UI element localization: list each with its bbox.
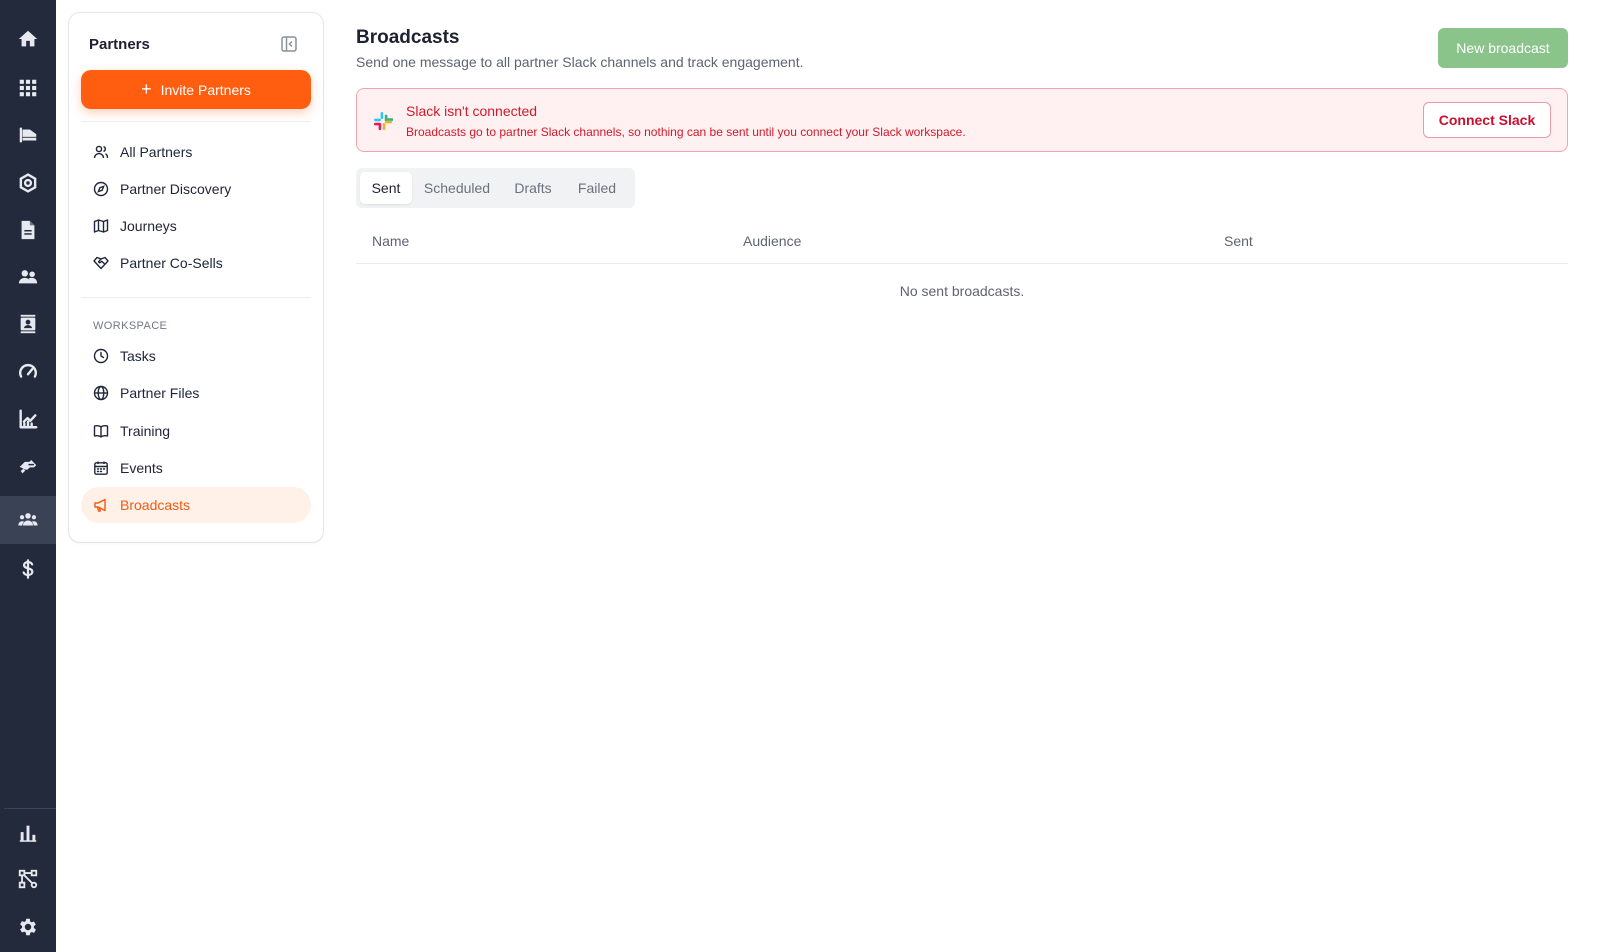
contact-card-icon[interactable] (0, 301, 56, 347)
slack-not-connected-alert: Slack isn't connected Broadcasts go to p… (356, 88, 1568, 152)
tab-failed[interactable]: Failed (566, 172, 628, 204)
new-broadcast-button[interactable]: New broadcast (1438, 28, 1568, 68)
broadcasts-table-header: Name Audience Sent (356, 224, 1568, 264)
cog-icon[interactable] (0, 160, 56, 206)
sidebar-item-partner-files[interactable]: Partner Files (81, 375, 311, 411)
sidebar-item-journeys[interactable]: Journeys (81, 208, 311, 244)
sidebar-item-label: All Partners (120, 144, 193, 160)
users-icon (93, 145, 109, 159)
settings-icon[interactable] (0, 904, 56, 950)
users-icon[interactable] (0, 254, 56, 300)
sidebar-item-broadcasts[interactable]: Broadcasts (81, 487, 311, 523)
sidebar-item-partner-discovery[interactable]: Partner Discovery (81, 171, 311, 207)
sidebar-item-label: Broadcasts (120, 497, 191, 513)
sidebar-item-all-partners[interactable]: All Partners (81, 134, 311, 170)
broadcast-status-tabs: Sent Scheduled Drafts Failed (356, 168, 635, 208)
flag-icon[interactable] (0, 112, 56, 158)
page-title: Broadcasts (356, 27, 460, 48)
sidebar-item-partner-co-sells[interactable]: Partner Co-Sells (81, 245, 311, 281)
workflow-icon[interactable] (0, 856, 56, 902)
map-icon (93, 219, 109, 233)
slack-logo-icon (374, 112, 393, 130)
calendar-icon (94, 461, 108, 475)
sidebar-divider (81, 297, 311, 298)
partners-icon[interactable] (0, 496, 56, 544)
alert-message: Broadcasts go to partner Slack channels,… (406, 125, 966, 139)
sidebar-item-label: Partner Files (120, 385, 200, 401)
invite-partners-button[interactable]: + Invite Partners (81, 70, 311, 109)
sidebar-item-label: Partner Discovery (120, 181, 232, 197)
column-header-audience[interactable]: Audience (743, 233, 801, 249)
dollar-icon[interactable] (0, 546, 56, 592)
sidebar-item-training[interactable]: Training (81, 413, 311, 449)
bar-chart-icon[interactable] (0, 810, 56, 856)
tab-sent[interactable]: Sent (360, 172, 412, 204)
rail-divider (4, 808, 56, 809)
sidebar-item-events[interactable]: Events (81, 450, 311, 486)
handshake-icon[interactable] (0, 443, 56, 489)
handshake-icon (93, 256, 109, 270)
partners-sidebar: Partners + Invite Partners All Partners … (68, 12, 324, 543)
clock-icon (93, 348, 109, 364)
sidebar-item-label: Journeys (120, 218, 177, 234)
home-icon[interactable] (0, 16, 56, 62)
sidebar-item-label: Events (120, 460, 163, 476)
sidebar-item-label: Tasks (120, 348, 156, 364)
invite-partners-label: Invite Partners (160, 81, 251, 98)
apps-grid-icon[interactable] (0, 65, 56, 111)
sidebar-divider (81, 121, 311, 122)
book-open-icon (93, 425, 109, 438)
main-content: Broadcasts Send one message to all partn… (356, 0, 1568, 952)
analytics-icon[interactable] (0, 396, 56, 442)
gauge-icon[interactable] (0, 349, 56, 395)
sidebar-title: Partners (89, 36, 150, 53)
plus-icon: + (141, 78, 152, 99)
document-icon[interactable] (0, 207, 56, 253)
workspace-section-label: WORKSPACE (93, 320, 168, 332)
tab-drafts[interactable]: Drafts (502, 172, 564, 204)
globe-icon (93, 385, 109, 401)
sidebar-item-tasks[interactable]: Tasks (81, 338, 311, 374)
icon-rail (0, 0, 56, 952)
sidebar-item-label: Training (120, 423, 171, 439)
page-subtitle: Send one message to all partner Slack ch… (356, 54, 804, 70)
tab-scheduled[interactable]: Scheduled (414, 172, 500, 204)
megaphone-icon (94, 498, 106, 512)
column-header-name[interactable]: Name (372, 233, 409, 249)
compass-icon (93, 181, 109, 197)
empty-state-message: No sent broadcasts. (899, 283, 1025, 299)
collapse-sidebar-icon[interactable] (280, 35, 298, 53)
alert-title: Slack isn't connected (406, 103, 538, 119)
column-header-sent[interactable]: Sent (1224, 233, 1253, 249)
connect-slack-button[interactable]: Connect Slack (1423, 102, 1551, 138)
sidebar-item-label: Partner Co-Sells (120, 255, 223, 271)
